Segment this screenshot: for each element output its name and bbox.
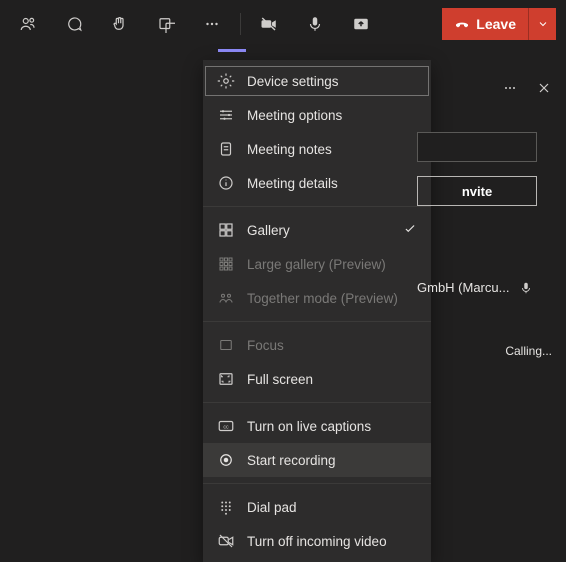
- video-off-icon: [217, 532, 235, 550]
- share-invite-button[interactable]: nvite: [417, 176, 537, 206]
- leave-button[interactable]: Leave: [442, 8, 528, 40]
- check-icon: [403, 222, 417, 236]
- close-icon[interactable]: [536, 80, 552, 96]
- status-text: Calling...: [505, 344, 552, 358]
- menu-large-gallery: Large gallery (Preview): [203, 247, 431, 281]
- invite-input[interactable]: [417, 132, 537, 162]
- camera-off-icon: [260, 15, 278, 33]
- menu-meeting-notes[interactable]: Meeting notes: [203, 132, 431, 166]
- share-button[interactable]: [343, 6, 379, 42]
- raise-hand-icon: [111, 15, 129, 33]
- participants-button[interactable]: [10, 6, 46, 42]
- focus-icon: [217, 336, 235, 354]
- menu-label: Meeting notes: [247, 142, 332, 157]
- menu-label: Focus: [247, 338, 284, 353]
- more-actions-menu: Device settings Meeting options Meeting …: [203, 60, 431, 562]
- menu-live-captions[interactable]: cc Turn on live captions: [203, 409, 431, 443]
- notes-icon: [217, 140, 235, 158]
- invite-label: nvite: [462, 184, 492, 199]
- menu-full-screen[interactable]: Full screen: [203, 362, 431, 396]
- participant-name: GmbH (Marcu...: [417, 280, 509, 295]
- menu-label: Meeting details: [247, 176, 338, 191]
- share-screen-icon: [352, 15, 370, 33]
- meeting-toolbar: Leave: [0, 0, 566, 48]
- more-actions-button[interactable]: [194, 6, 230, 42]
- menu-separator: [203, 402, 431, 403]
- ellipsis-icon: [203, 15, 221, 33]
- people-icon: [19, 15, 37, 33]
- menu-focus: Focus: [203, 328, 431, 362]
- menu-label: Device settings: [247, 74, 339, 89]
- fullscreen-icon: [217, 370, 235, 388]
- ellipsis-icon[interactable]: [502, 80, 518, 96]
- menu-meeting-details[interactable]: Meeting details: [203, 166, 431, 200]
- info-icon: [217, 174, 235, 192]
- sliders-icon: [217, 106, 235, 124]
- menu-label: Large gallery (Preview): [247, 257, 386, 272]
- menu-label: Turn on live captions: [247, 419, 371, 434]
- menu-separator: [203, 206, 431, 207]
- more-active-indicator: [218, 49, 246, 52]
- breakout-rooms-icon: [157, 15, 175, 33]
- menu-label: Full screen: [247, 372, 313, 387]
- menu-gallery[interactable]: Gallery: [203, 213, 431, 247]
- gear-icon: [217, 72, 235, 90]
- menu-meeting-options[interactable]: Meeting options: [203, 98, 431, 132]
- microphone-icon: [519, 281, 533, 295]
- grid-icon: [217, 221, 235, 239]
- participants-panel: nvite GmbH (Marcu...: [417, 80, 552, 295]
- menu-label: Meeting options: [247, 108, 342, 123]
- captions-icon: cc: [217, 417, 235, 435]
- dialpad-icon: [217, 498, 235, 516]
- menu-separator: [203, 321, 431, 322]
- leave-caret-button[interactable]: [528, 8, 556, 40]
- hangup-icon: [454, 16, 470, 32]
- together-icon: [217, 289, 235, 307]
- menu-start-recording[interactable]: Start recording: [203, 443, 431, 477]
- menu-label: Dial pad: [247, 500, 297, 515]
- menu-label: Together mode (Preview): [247, 291, 398, 306]
- reactions-button[interactable]: [102, 6, 138, 42]
- menu-label: Gallery: [247, 223, 290, 238]
- chat-button[interactable]: [56, 6, 92, 42]
- camera-button[interactable]: [251, 6, 287, 42]
- menu-turn-off-video[interactable]: Turn off incoming video: [203, 524, 431, 558]
- large-grid-icon: [217, 255, 235, 273]
- record-icon: [217, 451, 235, 469]
- menu-device-settings[interactable]: Device settings: [203, 64, 431, 98]
- mic-button[interactable]: [297, 6, 333, 42]
- microphone-icon: [306, 15, 324, 33]
- menu-together-mode: Together mode (Preview): [203, 281, 431, 315]
- menu-label: Turn off incoming video: [247, 534, 387, 549]
- toolbar-divider: [240, 13, 241, 35]
- menu-dial-pad[interactable]: Dial pad: [203, 490, 431, 524]
- rooms-button[interactable]: [148, 6, 184, 42]
- menu-label: Start recording: [247, 453, 336, 468]
- svg-text:cc: cc: [223, 424, 229, 430]
- chevron-down-icon: [537, 18, 549, 30]
- menu-separator: [203, 483, 431, 484]
- chat-icon: [65, 15, 83, 33]
- leave-label: Leave: [476, 16, 516, 32]
